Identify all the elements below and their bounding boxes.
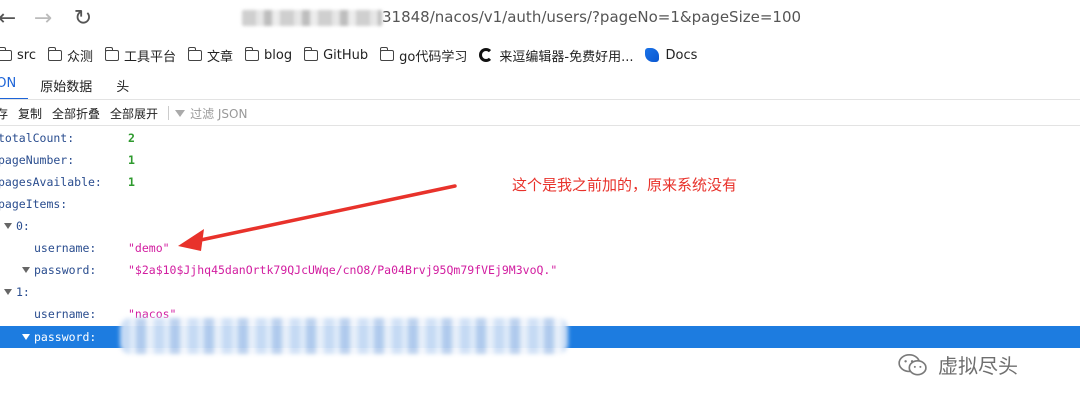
watermark-text: 虚拟尽头 [938, 354, 1018, 378]
annotation-note: 这个是我之前加的，原来系统没有 [512, 176, 738, 194]
wechat-icon [898, 353, 927, 376]
watermark: 虚拟尽头 [896, 350, 1018, 379]
